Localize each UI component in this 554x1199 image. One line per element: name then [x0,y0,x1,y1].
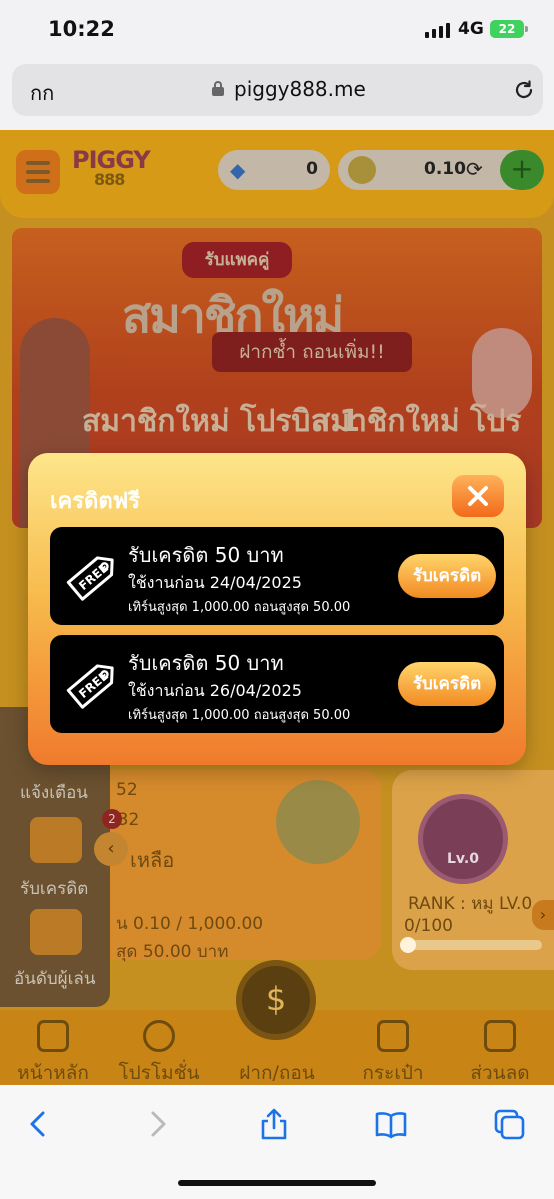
claim-credit-button[interactable]: รับเครดิต [398,554,496,598]
rank-progress-text: 0/100 [404,916,453,936]
free-credit-modal: เครดิตฟรี FREE รับเครดิต 50 บาท ใช้งานก่… [28,453,526,765]
site-header: PIGGY 888 ◆ 0 0.10 ⟳ + [0,130,554,218]
claim-credit-button[interactable]: รับเครดิต [398,662,496,706]
nav-home-label: หน้าหลัก [17,1062,89,1084]
side-menu-collapse-button[interactable]: ‹ [94,832,128,866]
nav-deposit-withdraw-label: ฝาก/ถอน [239,1062,315,1084]
credit-expiry: ใช้งานก่อน 26/04/2025 [128,681,302,700]
home-indicator [178,1180,376,1186]
credit-expiry: ใช้งานก่อน 24/04/2025 [128,573,302,592]
deposit-withdraw-button[interactable]: $ [236,960,316,1040]
site-logo[interactable]: PIGGY 888 [72,146,151,189]
side-ranking-label[interactable]: อันดับผู้เล่น [14,965,95,992]
rank-progress-bar [400,937,542,953]
discount-icon [484,1020,516,1052]
banner-badge: รับแพคคู่ [182,242,292,278]
credit-limits: เทิร์นสูงสุด 1,000.00 ถอนสูงสุด 50.00 [128,600,351,615]
chevron-right-icon[interactable] [140,1107,174,1141]
credit-card: FREE รับเครดิต 50 บาท ใช้งานก่อน 24/04/2… [50,527,504,625]
lock-icon [212,81,224,96]
side-notifications-label[interactable]: แจ้งเตือน [20,779,88,806]
podium-icon[interactable] [30,909,82,955]
status-time: 10:22 [48,17,115,41]
nav-home[interactable]: หน้าหลัก [3,1020,103,1085]
coin-balance-value: 0.10 [424,159,466,179]
home-icon [37,1020,69,1052]
add-funds-button[interactable]: + [500,150,544,190]
banner-subtitle: ฝากช้ำ ถอนเพิ่ม!! [212,332,412,372]
free-tag-icon: FREE [66,664,114,709]
credit-card: FREE รับเครดิต 50 บาท ใช้งานก่อน 26/04/2… [50,635,504,733]
nav-discount-label: ส่วนลด [470,1062,530,1084]
battery-icon: 22 [490,20,528,38]
free-tag-icon: FREE [66,556,114,601]
remaining-fragment: เหลือ [130,848,175,872]
nav-wallet-label: กระเป๋า [362,1062,424,1084]
url-text[interactable]: piggy888.me [234,77,366,101]
turnover-text: น 0.10 / 1,000.00 [116,914,264,934]
book-icon[interactable] [374,1107,408,1141]
promotion-icon [143,1020,175,1052]
rank-label: RANK : หมู LV.0 [408,894,533,914]
gem-balance: ◆ 0 [218,150,330,190]
network-type: 4G [458,19,484,39]
signal-icon [425,22,450,38]
claim-count-badge: 2 [102,809,122,829]
withdraw-max-text: สุด 50.00 บาท [116,942,229,962]
coin-balance: 0.10 ⟳ + [338,150,544,190]
nav-wallet[interactable]: กระเป๋า [343,1020,443,1085]
refresh-icon[interactable]: ⟳ [466,157,483,181]
status-bar: 10:22 4G 22 [0,0,554,58]
nav-discount[interactable]: ส่วนลด [450,1020,550,1085]
close-icon [468,486,488,506]
balance-fragment-1: 52 [116,780,138,800]
free-tag-icon[interactable]: 2 [30,809,122,863]
credit-limits: เทิร์นสูงสุด 1,000.00 ถอนสูงสุด 50.00 [128,708,351,723]
coin-icon [348,156,376,184]
nav-promotions-label: โปรโมชั่น [118,1062,200,1084]
side-claim-credit-label[interactable]: รับเครดิต [20,875,88,902]
close-button[interactable] [452,475,504,517]
tabs-icon[interactable] [492,1107,526,1141]
gem-balance-value: 0 [306,159,318,179]
wallet-icon [377,1020,409,1052]
reload-icon[interactable] [512,78,536,102]
share-icon[interactable] [257,1107,291,1141]
hamburger-menu-button[interactable] [16,150,60,194]
credit-title: รับเครดิต 50 บาท [128,543,284,567]
address-bar[interactable]: กก piggy888.me [12,64,543,116]
rank-badge: Lv.0 [418,794,508,884]
avatar [276,780,360,864]
diamond-icon: ◆ [230,158,246,182]
nav-promotions[interactable]: โปรโมชั่น [109,1020,209,1085]
credit-title: รับเครดิต 50 บาท [128,651,284,675]
chevron-right-icon[interactable]: › [532,900,554,930]
chevron-left-icon[interactable] [22,1107,56,1141]
nav-deposit-withdraw[interactable]: ฝาก/ถอน [227,1052,327,1085]
modal-title: เครดิตฟรี [50,489,141,514]
reader-options-button[interactable]: กก [30,77,54,109]
